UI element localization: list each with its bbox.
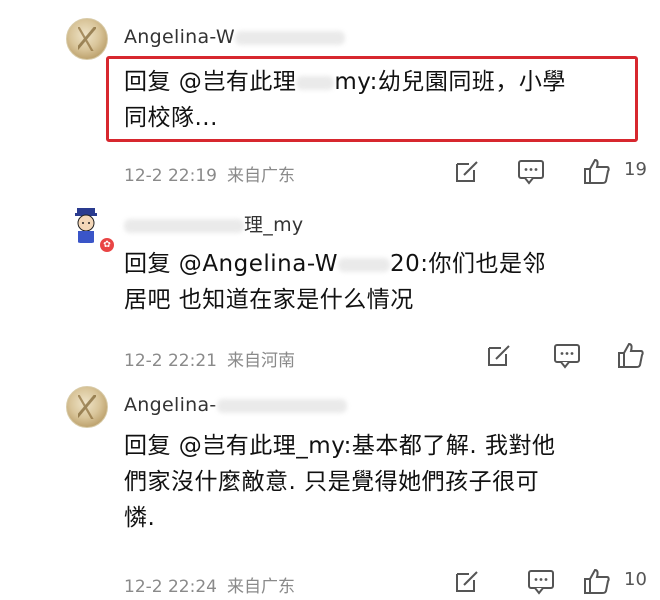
- comment-time: 12-2 22:19: [124, 166, 217, 186]
- like-count: 10: [624, 569, 647, 590]
- mention-link[interactable]: 岂有此理 my: [202, 69, 369, 95]
- comment-username[interactable]: Angelina-: [124, 394, 347, 416]
- comment-location: 来自广东: [226, 166, 295, 186]
- comment-content: 回复 @岂有此理_my:基本都了解. 我對他 們家沒什麼敵意. 只是覺得她們孩子…: [124, 433, 556, 531]
- comment-meta: 12-2 22:24 来自广东: [124, 572, 295, 597]
- comment-bubble-icon[interactable]: [516, 156, 546, 186]
- comment-bubble-icon[interactable]: [526, 566, 556, 596]
- comment-bubble-icon[interactable]: [552, 340, 582, 370]
- comment-time: 12-2 22:24: [124, 577, 217, 597]
- comment-content: 回复 @Angelina-W 20:你们也是邻 居吧 也知道在家是什么情况: [124, 251, 546, 313]
- comment-actions: [484, 340, 654, 370]
- share-edit-icon[interactable]: [452, 566, 482, 596]
- vip-badge-icon: ✿: [98, 236, 116, 254]
- comment-meta: 12-2 22:21 来自河南: [124, 346, 295, 371]
- like-count: 19: [624, 159, 647, 180]
- blurred-text: [337, 257, 390, 272]
- comment-username[interactable]: Angelina-W: [124, 26, 345, 48]
- share-edit-icon[interactable]: [484, 340, 514, 370]
- comment-username[interactable]: 理_my: [124, 210, 303, 237]
- blurred-text: [234, 30, 345, 45]
- thumbs-up-icon[interactable]: [582, 156, 612, 186]
- comment-actions: 10: [452, 566, 660, 596]
- share-edit-icon[interactable]: [452, 156, 482, 186]
- comment-location: 来自河南: [226, 351, 295, 371]
- thumbs-up-icon[interactable]: [582, 566, 612, 596]
- mention-link[interactable]: Angelina-W 20: [202, 251, 420, 277]
- blurred-text: [296, 75, 335, 90]
- comment-meta: 12-2 22:19 来自广东: [124, 161, 295, 186]
- blurred-text: [216, 398, 347, 413]
- avatar[interactable]: [66, 18, 108, 60]
- avatar[interactable]: [66, 386, 108, 428]
- comment-location: 来自广东: [226, 577, 295, 597]
- thumbs-up-icon[interactable]: [616, 340, 646, 370]
- comment-time: 12-2 22:21: [124, 351, 217, 371]
- comment-actions: 19: [452, 156, 660, 186]
- comment-content: 回复 @岂有此理 my:幼兒園同班，小學 同校隊...: [124, 69, 566, 131]
- blurred-text: [124, 218, 244, 233]
